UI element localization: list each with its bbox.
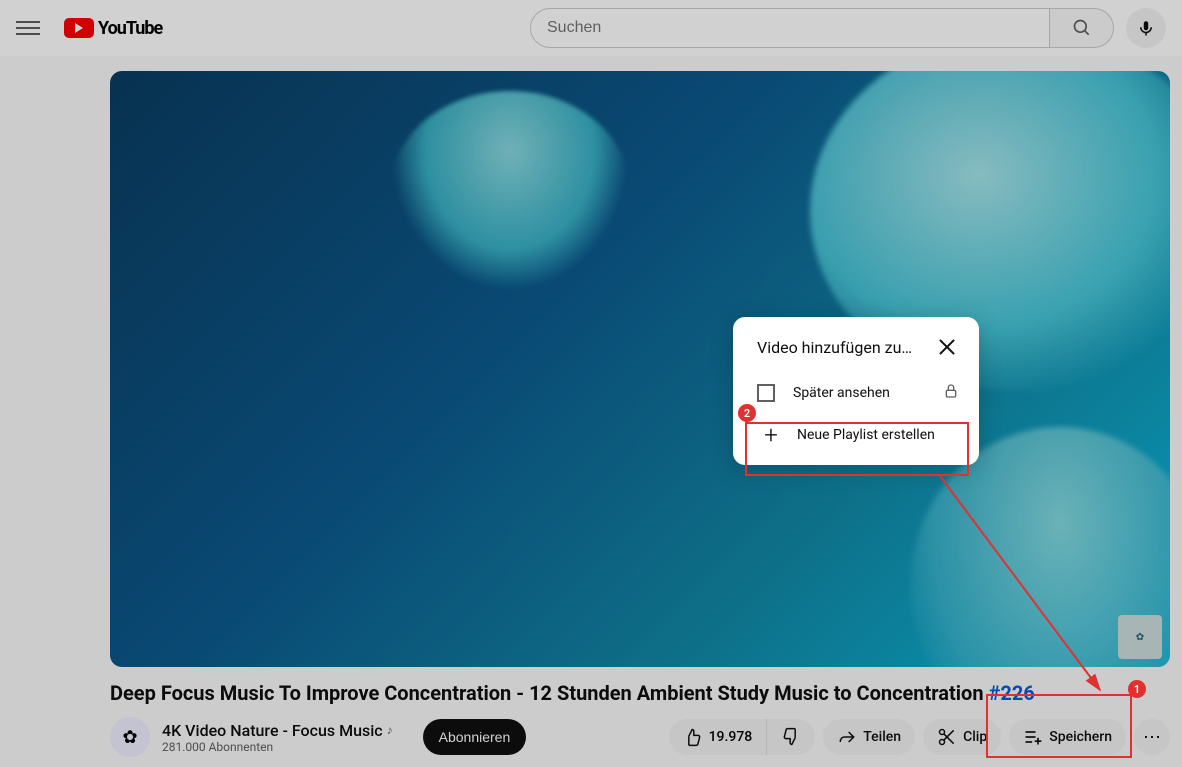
scissors-icon — [937, 727, 957, 747]
channel-avatar[interactable]: ✿ — [110, 717, 150, 757]
like-button[interactable]: 19.978 — [669, 719, 768, 755]
playlist-add-icon — [1023, 727, 1043, 747]
channel-name[interactable]: 4K Video Nature - Focus Music ♪ — [162, 721, 393, 740]
playlist-label: Später ansehen — [793, 385, 890, 401]
playlist-item-watch-later[interactable]: Später ansehen — [733, 373, 979, 413]
action-bar: 19.978 Teilen Clip Speichern ⋯ — [669, 719, 1170, 755]
ellipsis-icon: ⋯ — [1143, 727, 1161, 748]
video-meta-row: ✿ 4K Video Nature - Focus Music ♪ 281.00… — [110, 717, 1170, 757]
title-text: Deep Focus Music To Improve Concentratio… — [110, 681, 989, 705]
channel-info: 4K Video Nature - Focus Music ♪ 281.000 … — [162, 721, 393, 754]
create-playlist-button[interactable]: + Neue Playlist erstellen — [739, 413, 973, 457]
music-note-icon: ♪ — [387, 723, 393, 737]
share-button[interactable]: Teilen — [823, 719, 915, 755]
menu-icon[interactable] — [16, 16, 40, 40]
app-header: YouTube — [0, 0, 1182, 56]
like-dislike-chip: 19.978 — [669, 719, 816, 755]
dislike-button[interactable] — [767, 719, 815, 755]
youtube-play-icon — [64, 18, 94, 38]
search-button[interactable] — [1050, 8, 1114, 48]
like-count: 19.978 — [709, 729, 753, 745]
dialog-title: Video hinzufügen zu… — [757, 338, 912, 357]
share-icon — [837, 727, 857, 747]
microphone-icon — [1137, 19, 1155, 37]
video-title: Deep Focus Music To Improve Concentratio… — [110, 681, 1158, 705]
plus-icon: + — [761, 425, 781, 445]
save-to-playlist-dialog: Video hinzufügen zu… Später ansehen + Ne… — [733, 317, 979, 465]
checkbox[interactable] — [757, 384, 775, 402]
youtube-logo[interactable]: YouTube — [64, 18, 162, 39]
thumbs-down-icon — [781, 727, 801, 747]
subscribe-button[interactable]: Abonnieren — [423, 719, 527, 755]
dialog-header: Video hinzufügen zu… — [733, 317, 979, 373]
save-button[interactable]: Speichern — [1009, 719, 1126, 755]
title-hashtag[interactable]: #226 — [989, 681, 1035, 705]
content-area: ✿ Deep Focus Music To Improve Concentrat… — [0, 56, 1182, 767]
close-button[interactable] — [935, 335, 959, 359]
subscriber-count: 281.000 Abonnenten — [162, 740, 393, 754]
lock-icon — [943, 383, 959, 403]
clip-button[interactable]: Clip — [923, 719, 1001, 755]
video-player[interactable]: ✿ — [110, 71, 1170, 667]
search-input[interactable] — [530, 8, 1050, 48]
search-box — [530, 8, 1114, 48]
search-icon — [1072, 18, 1092, 38]
voice-search-button[interactable] — [1126, 8, 1166, 48]
brand-text: YouTube — [98, 18, 162, 39]
channel-watermark[interactable]: ✿ — [1118, 615, 1162, 659]
more-actions-button[interactable]: ⋯ — [1134, 719, 1170, 755]
thumbs-up-icon — [683, 727, 703, 747]
create-playlist-label: Neue Playlist erstellen — [797, 427, 935, 443]
